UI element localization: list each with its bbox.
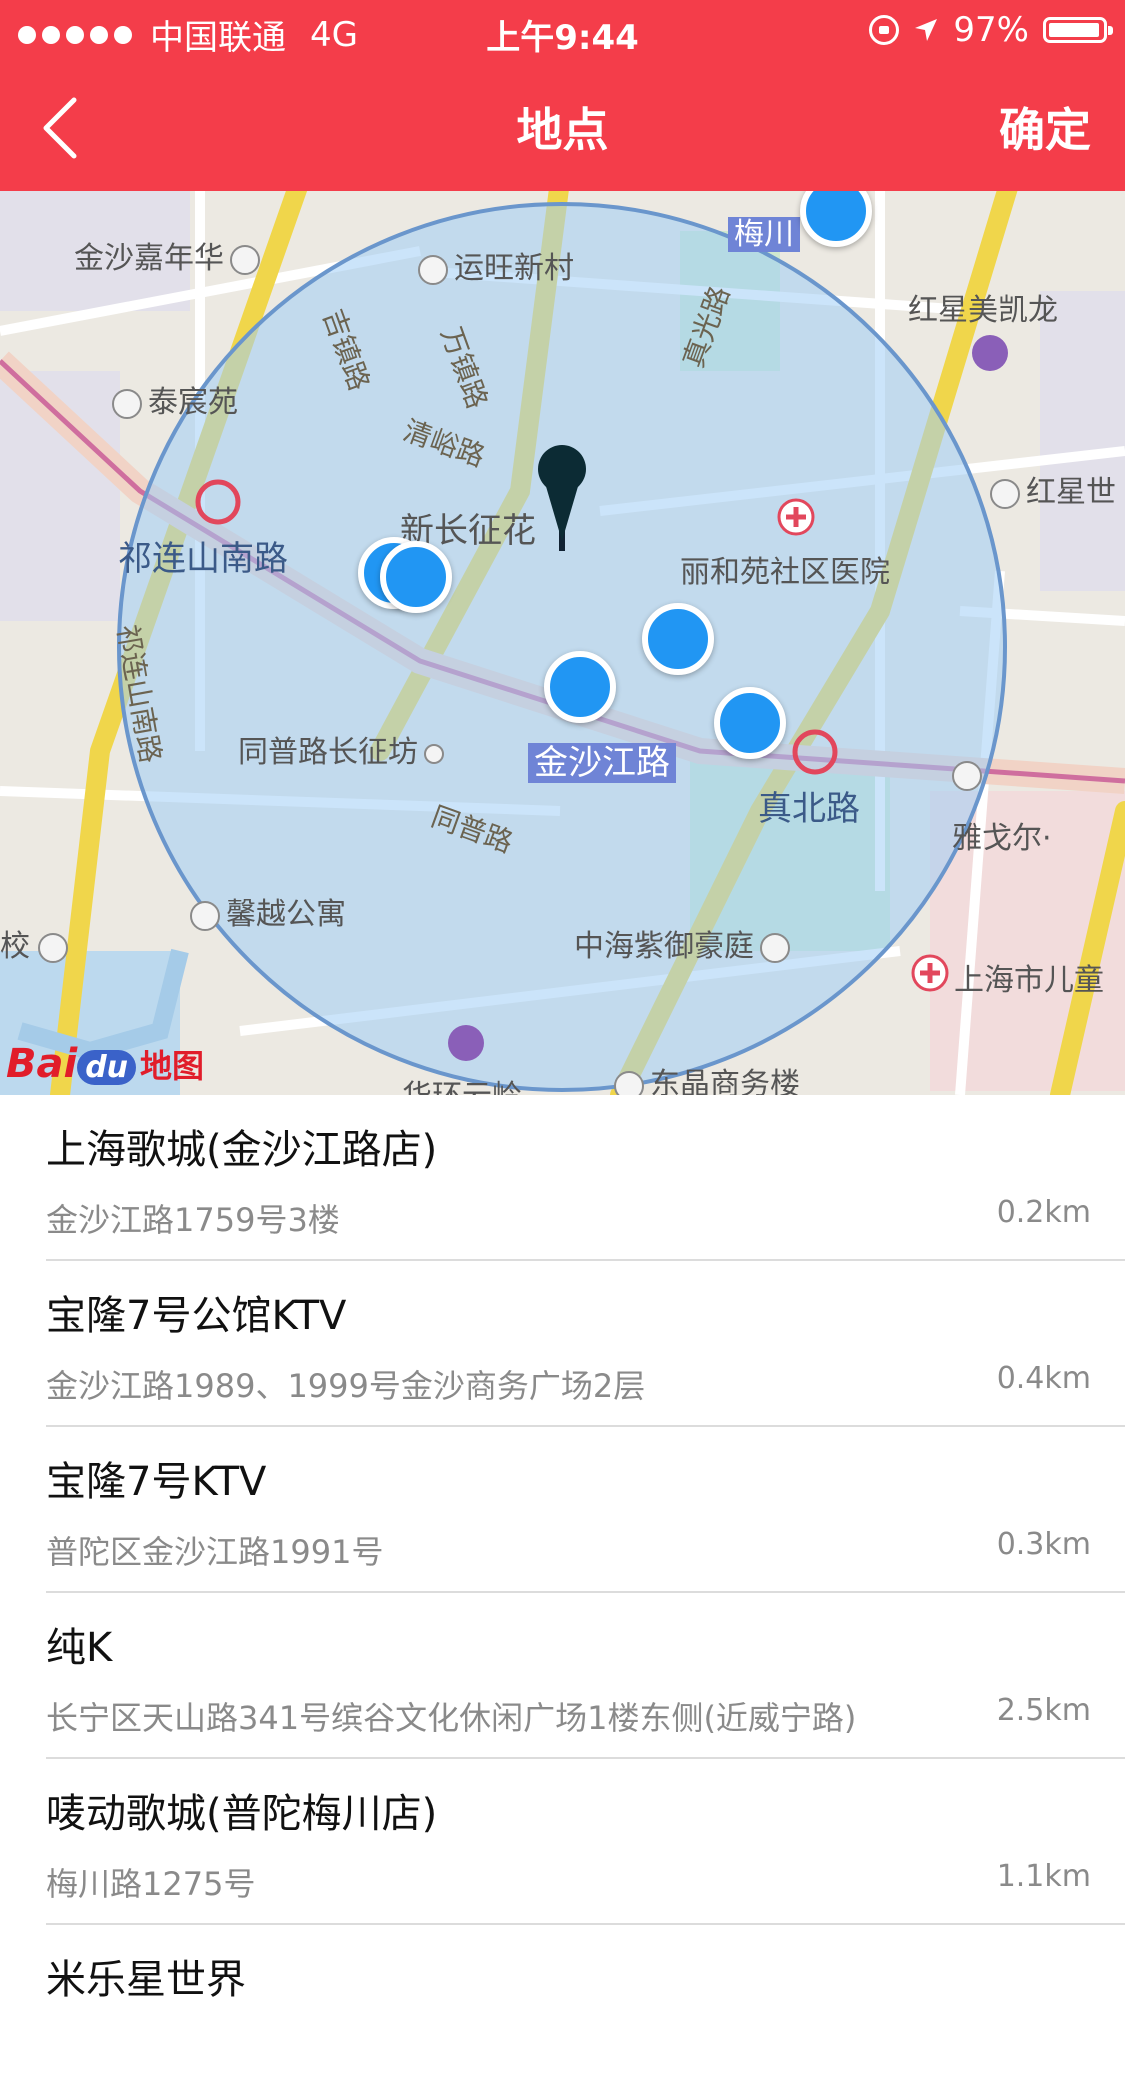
battery-icon	[1043, 17, 1113, 43]
map-label: 同普路长征坊	[238, 727, 450, 771]
map-label: 馨越公寓	[190, 889, 346, 933]
place-marker[interactable]	[642, 603, 714, 675]
place-name: 宝隆7号KTV	[46, 1459, 267, 1505]
navigation-bar: 地点 确定	[0, 64, 1125, 191]
list-item[interactable]: 上海歌城(金沙江路店) 金沙江路1759号3楼 0.2km	[46, 1095, 1125, 1261]
list-item[interactable]: 米乐星世界	[46, 1925, 1125, 2089]
map-label: 东晶商务楼	[614, 1059, 800, 1095]
location-arrow-icon	[913, 17, 939, 43]
map-label: 丽和苑社区医院	[680, 555, 890, 590]
back-button[interactable]	[20, 88, 100, 168]
top-bar: 中国联通 4G 上午9:44 97% 地点 确定	[0, 0, 1125, 191]
place-distance: 0.4km	[996, 1361, 1091, 1396]
map-label: 校	[0, 921, 74, 965]
confirm-button[interactable]: 确定	[999, 94, 1091, 160]
map-view[interactable]: 金沙嘉年华 运旺新村 梅川 红星美凯龙 泰宸苑 吉镇路 万镇路 清峪路 真光路 …	[0, 191, 1125, 1095]
place-distance: 1.1km	[996, 1859, 1091, 1894]
map-label: 上海市儿童	[954, 963, 1104, 998]
map-label: 真北路	[758, 789, 860, 829]
place-distance: 2.5km	[996, 1693, 1091, 1728]
place-address: 金沙江路1989、1999号金沙商务广场2层	[46, 1367, 646, 1405]
place-marker[interactable]	[714, 687, 786, 759]
place-name: 宝隆7号公馆KTV	[46, 1293, 347, 1339]
rotation-lock-icon	[869, 15, 900, 45]
place-address: 梅川路1275号	[46, 1865, 256, 1903]
map-label: 泰宸苑	[112, 377, 238, 421]
map-label: 华环云岭	[402, 1071, 522, 1095]
map-label: 雅戈尔·	[952, 821, 1052, 856]
baidu-map-logo: Bai du 地图	[6, 1041, 205, 1087]
map-label: 金沙嘉年华	[74, 233, 266, 277]
map-label: 运旺新村	[418, 243, 574, 287]
place-address: 长宁区天山路341号缤谷文化休闲广场1楼东侧(近威宁路)	[46, 1699, 857, 1737]
place-marker[interactable]	[380, 541, 452, 613]
map-label: 红星世	[990, 467, 1116, 511]
map-label	[952, 757, 988, 792]
map-label: 梅川	[728, 209, 800, 253]
page-title: 地点	[516, 103, 609, 157]
map-label: 红星美凯龙	[908, 293, 1058, 328]
place-marker[interactable]	[544, 651, 616, 723]
map-label: 中海紫御豪庭	[574, 921, 796, 965]
place-name: 米乐星世界	[46, 1957, 246, 2003]
status-bar: 中国联通 4G 上午9:44 97%	[0, 0, 1125, 64]
place-address: 金沙江路1759号3楼	[46, 1201, 340, 1239]
place-distance: 0.3km	[996, 1527, 1091, 1562]
battery-percent: 97%	[953, 10, 1029, 50]
place-list: 上海歌城(金沙江路店) 金沙江路1759号3楼 0.2km 宝隆7号公馆KTV …	[0, 1095, 1125, 2089]
map-label: 祁连山南路	[118, 539, 288, 579]
map-label: 金沙江路	[528, 735, 676, 784]
list-item[interactable]: 宝隆7号KTV 普陀区金沙江路1991号 0.3km	[46, 1427, 1125, 1593]
place-name: 纯K	[46, 1625, 113, 1671]
chevron-left-icon	[43, 97, 77, 159]
list-item[interactable]: 纯K 长宁区天山路341号缤谷文化休闲广场1楼东侧(近威宁路) 2.5km	[46, 1593, 1125, 1759]
place-name: 唛动歌城(普陀梅川店)	[46, 1791, 438, 1837]
place-distance: 0.2km	[996, 1195, 1091, 1230]
place-address: 普陀区金沙江路1991号	[46, 1533, 384, 1571]
list-item[interactable]: 宝隆7号公馆KTV 金沙江路1989、1999号金沙商务广场2层 0.4km	[46, 1261, 1125, 1427]
list-item[interactable]: 唛动歌城(普陀梅川店) 梅川路1275号 1.1km	[46, 1759, 1125, 1925]
place-name: 上海歌城(金沙江路店)	[46, 1127, 438, 1173]
